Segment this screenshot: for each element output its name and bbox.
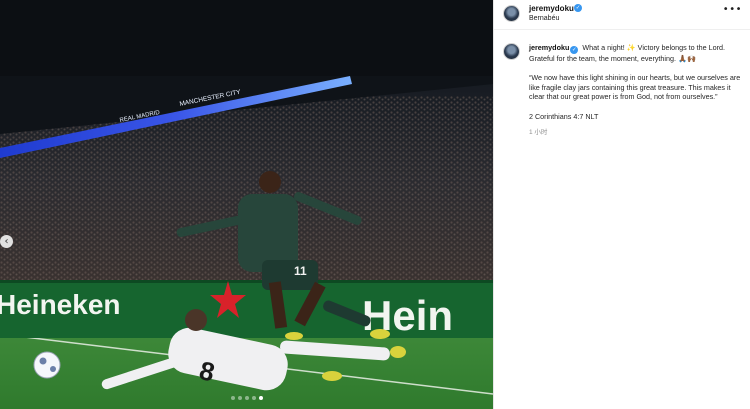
caption-reference: 2 Corinthians 4:7 NLT xyxy=(529,112,599,121)
prev-slide-button[interactable]: ‹ xyxy=(0,235,13,248)
post-header: jeremydoku ✓ Bernabéu ••• xyxy=(494,0,750,30)
post-caption: jeremydoku ✓ What a night! ✨ Victory belo… xyxy=(529,43,741,64)
verified-icon: ✓ xyxy=(570,46,579,54)
avatar[interactable] xyxy=(503,5,520,22)
post-photo[interactable]: MANCHESTER CITY REAL MADRID Heineken Hei… xyxy=(0,76,493,409)
football xyxy=(33,351,61,379)
verified-icon: ✓ xyxy=(574,4,582,12)
post-timestamp[interactable]: 1 小时 xyxy=(529,126,547,136)
more-options-icon[interactable]: ••• xyxy=(723,4,742,15)
carousel-dot xyxy=(237,396,242,400)
caption-quote: “We now have this light shining in our h… xyxy=(529,73,741,102)
carousel-dot xyxy=(244,396,249,400)
carousel-dot xyxy=(251,396,256,400)
match-photo: MANCHESTER CITY REAL MADRID Heineken Hei… xyxy=(0,76,493,409)
player-number-green: 11 xyxy=(294,264,307,278)
carousel-indicator xyxy=(0,396,493,400)
carousel-dot xyxy=(230,396,235,400)
caption-username[interactable]: jeremydoku xyxy=(529,43,569,52)
header-username[interactable]: jeremydoku xyxy=(529,4,574,13)
post-location[interactable]: Bernabéu xyxy=(529,15,559,22)
post-media: MANCHESTER CITY REAL MADRID Heineken Hei… xyxy=(0,0,493,409)
board-text-heineken: Heineken xyxy=(0,289,121,320)
caption-avatar[interactable] xyxy=(503,43,520,60)
carousel-dot-active xyxy=(258,396,263,400)
post-side-panel: jeremydoku ✓ Bernabéu ••• jeremydoku ✓ Wh… xyxy=(493,0,750,409)
